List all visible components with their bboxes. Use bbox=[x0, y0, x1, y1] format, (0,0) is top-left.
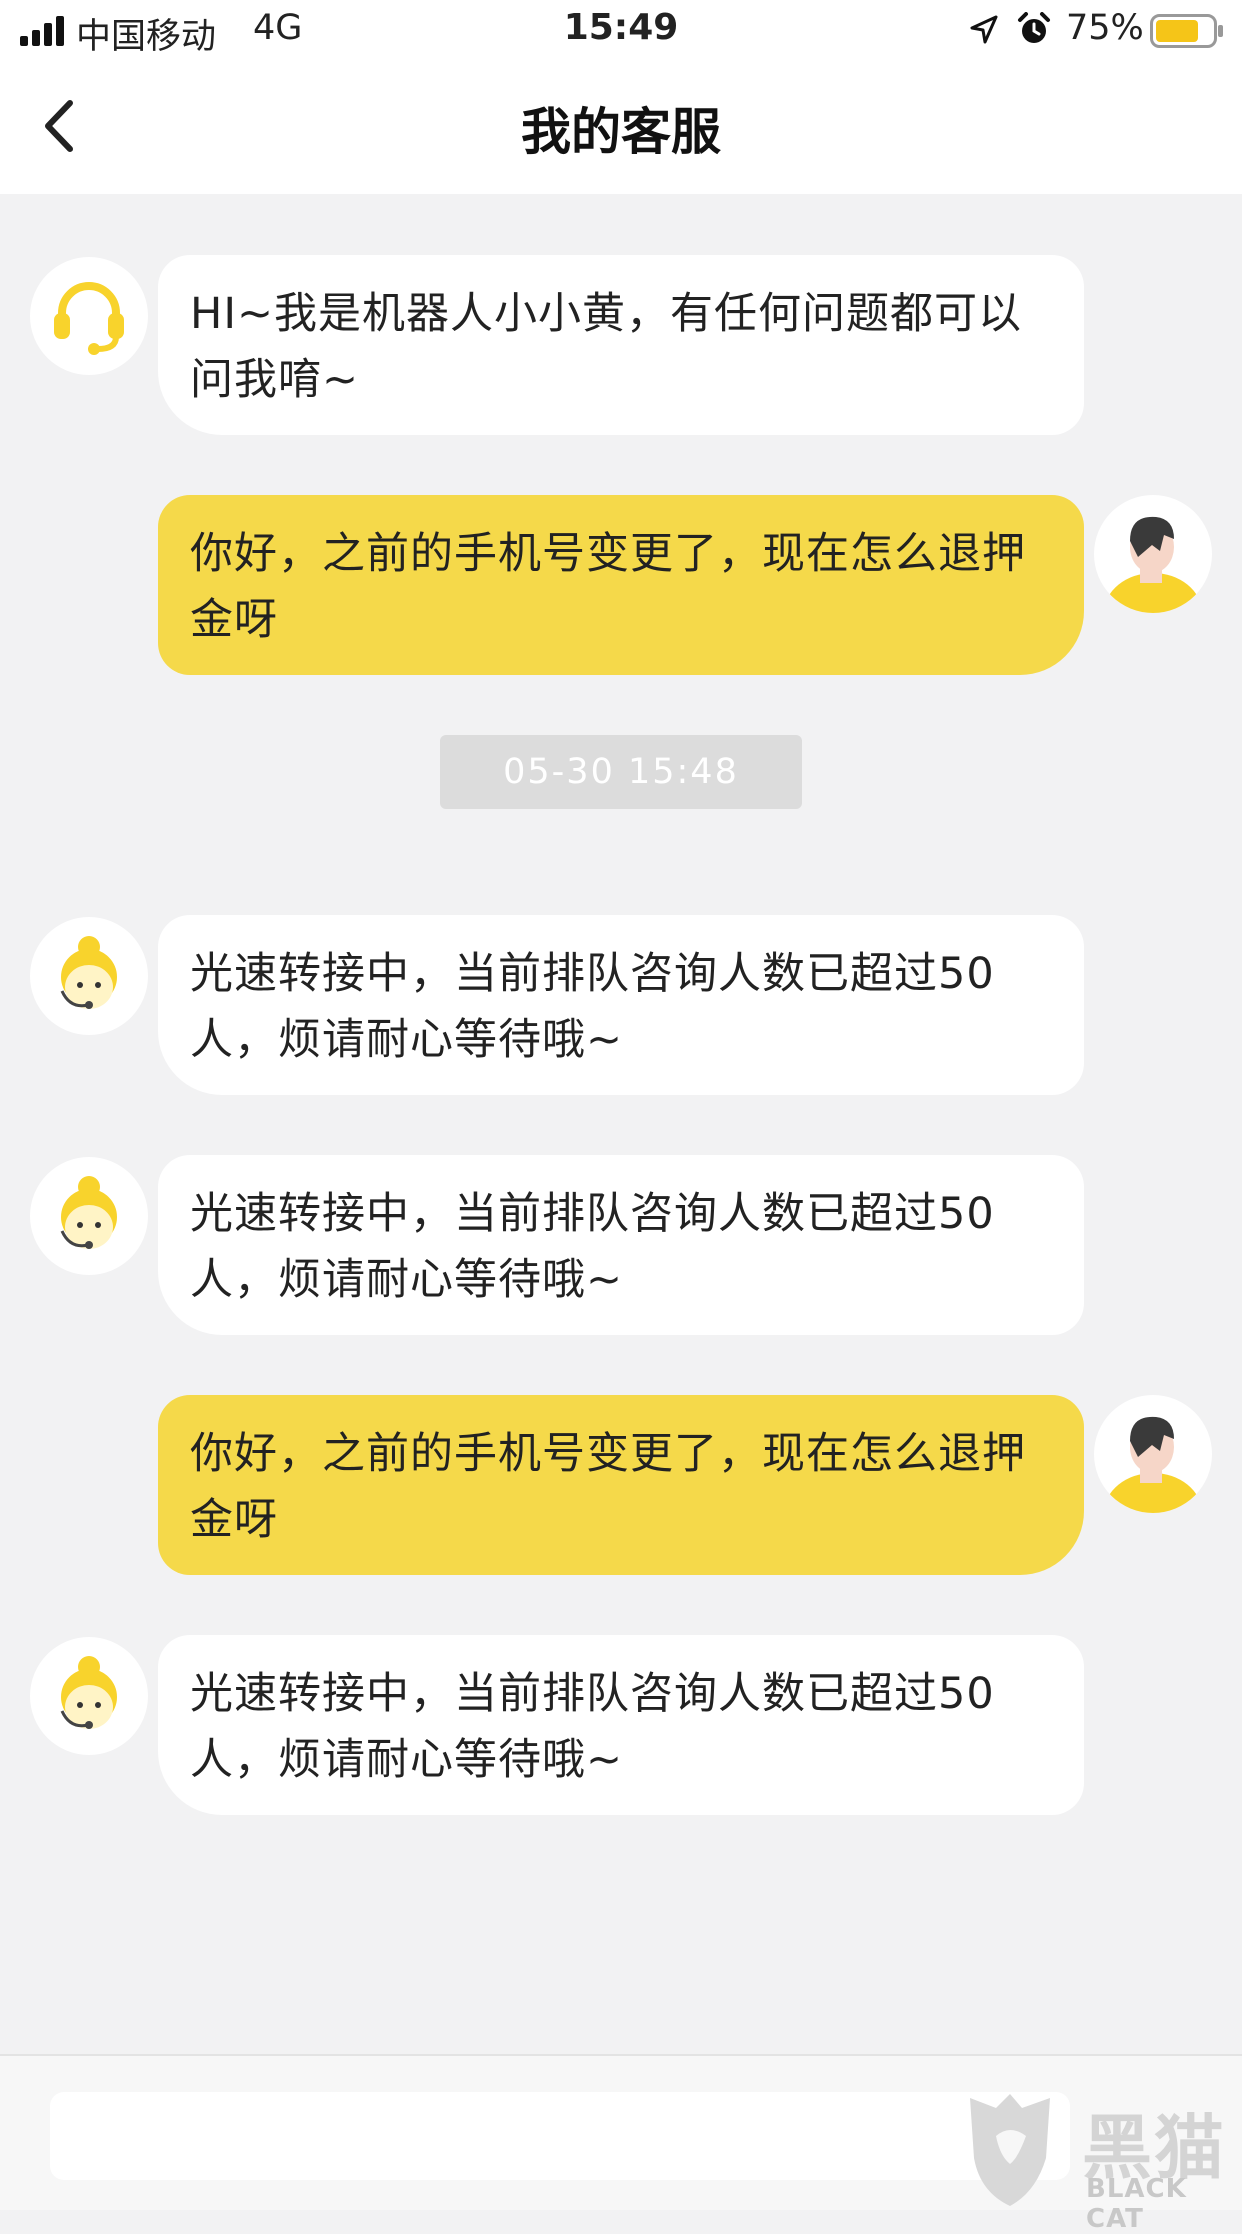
agent-message-bubble: 光速转接中，当前排队咨询人数已超过50人，烦请耐心等待哦~ bbox=[158, 1155, 1084, 1335]
agent-message-bubble: 光速转接中，当前排队咨询人数已超过50人，烦请耐心等待哦~ bbox=[158, 915, 1084, 1095]
headset-icon bbox=[30, 257, 148, 375]
battery-icon bbox=[1150, 14, 1223, 48]
user-message-bubble: 你好，之前的手机号变更了，现在怎么退押金呀 bbox=[158, 495, 1084, 675]
agent-avatar bbox=[30, 1637, 148, 1755]
status-time: 15:49 bbox=[563, 7, 679, 48]
alarm-clock-icon bbox=[1018, 12, 1050, 43]
user-message-bubble: 你好，之前的手机号变更了，现在怎么退押金呀 bbox=[158, 1395, 1084, 1575]
agent-avatar bbox=[30, 1157, 148, 1275]
top-bar: 中国移动 4G 15:49 75% 我的客服 bbox=[0, 0, 1242, 194]
user-avatar bbox=[1094, 1395, 1212, 1513]
message-input[interactable] bbox=[50, 2092, 1070, 2180]
timestamp-badge: 05-30 15:48 bbox=[440, 735, 802, 809]
status-bar: 中国移动 4G 15:49 75% bbox=[0, 0, 1242, 62]
page-title: 我的客服 bbox=[521, 103, 721, 161]
agent-message-bubble: 光速转接中，当前排队咨询人数已超过50人，烦请耐心等待哦~ bbox=[158, 1635, 1084, 1815]
watermark-subtitle: BLACK CAT bbox=[1086, 2174, 1187, 2234]
bot-message-bubble: HI~我是机器人小小黄，有任何问题都可以问我唷~ bbox=[158, 255, 1084, 435]
battery-percent: 75% bbox=[1066, 8, 1144, 48]
location-arrow-icon bbox=[970, 15, 998, 44]
user-avatar bbox=[1094, 495, 1212, 613]
agent-avatar bbox=[30, 917, 148, 1035]
